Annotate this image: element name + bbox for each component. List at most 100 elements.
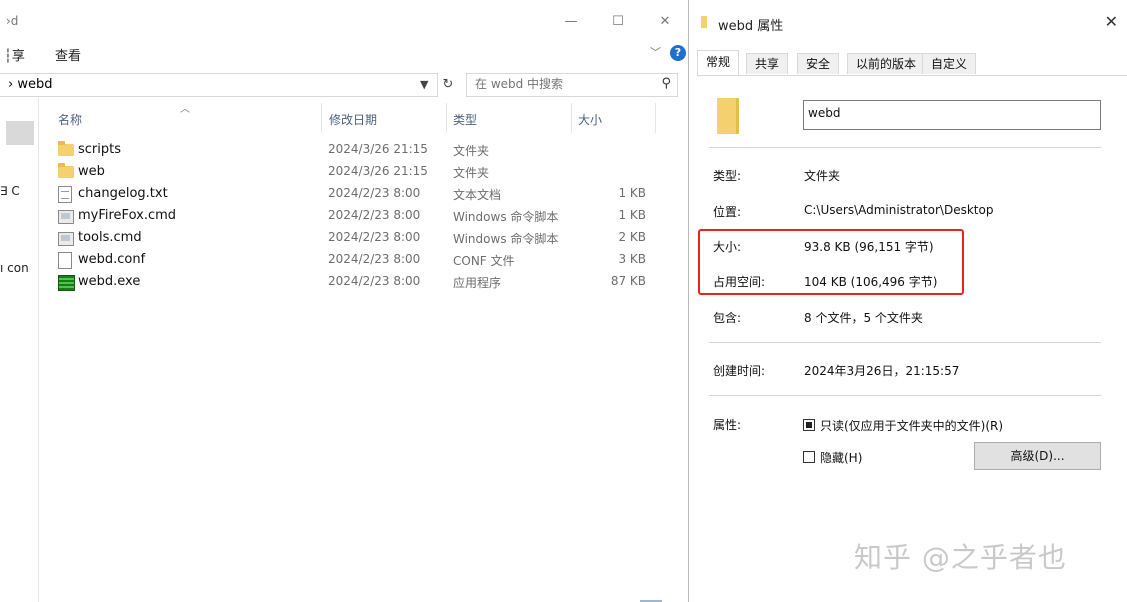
type-label: 类型:	[713, 169, 742, 183]
minimize-button[interactable]: —	[556, 10, 586, 34]
file-explorer-window: ›d — ☐ ✕ ┆享 查看 ﹀ ? › webd ▼ ↻ ⚲ ∃ C ı co…	[0, 0, 688, 602]
tab-customize[interactable]: 自定义	[922, 53, 977, 74]
file-row[interactable]: changelog.txt 2024/2/23 8:00 文本文档 1 KB	[54, 184, 654, 205]
column-header-type[interactable]: 类型	[453, 111, 477, 128]
file-name: tools.cmd	[78, 230, 142, 245]
exe-file-icon	[58, 275, 75, 291]
close-button[interactable]: ✕	[650, 10, 680, 34]
properties-dialog: webd 属性 ✕ 常规 共享 安全 以前的版本 自定义 类型: 文件夹 位置:…	[688, 0, 1127, 602]
file-type: 应用程序	[453, 276, 502, 290]
file-date: 2024/2/23 8:00	[328, 230, 421, 244]
contains-value: 8 个文件，5 个文件夹	[804, 311, 923, 325]
size-on-disk-label: 占用空间:	[713, 275, 766, 289]
location-value: C:\Users\Administrator\Desktop	[804, 203, 994, 217]
column-header-date[interactable]: 修改日期	[329, 111, 377, 128]
window-title: ›d	[6, 14, 19, 28]
divider	[709, 147, 1101, 148]
file-row[interactable]: tools.cmd 2024/2/23 8:00 Windows 命令脚本 2 …	[54, 228, 654, 249]
file-date: 2024/2/23 8:00	[328, 274, 421, 288]
file-name: myFireFox.cmd	[78, 208, 177, 223]
size-value: 93.8 KB (96,151 字节)	[804, 240, 934, 254]
folder-name-field[interactable]	[803, 100, 1101, 130]
column-divider[interactable]	[321, 103, 322, 133]
readonly-label[interactable]: 只读(仅应用于文件夹中的文件)(R)	[820, 417, 1003, 434]
hidden-label[interactable]: 隐藏(H)	[820, 449, 862, 466]
file-date: 2024/2/23 8:00	[328, 186, 421, 200]
column-header-size[interactable]: 大小	[578, 111, 602, 128]
tab-sharing[interactable]: 共享	[746, 53, 789, 74]
ribbon-tab-view[interactable]: 查看	[55, 45, 81, 64]
nav-item-fragment[interactable]: ∃ C	[0, 184, 20, 198]
cmd-file-icon	[58, 232, 74, 246]
watermark: 知乎 @之乎者也	[854, 541, 1067, 574]
search-box[interactable]: ⚲	[466, 73, 678, 97]
file-date: 2024/3/26 21:15	[328, 142, 428, 156]
column-divider[interactable]	[571, 103, 572, 133]
file-row[interactable]: myFireFox.cmd 2024/2/23 8:00 Windows 命令脚…	[54, 206, 654, 227]
help-icon[interactable]: ?	[670, 45, 686, 61]
search-icon[interactable]: ⚲	[661, 76, 671, 91]
search-input[interactable]	[475, 77, 645, 91]
created-label: 创建时间:	[713, 364, 766, 378]
nav-item-fragment[interactable]: ı con	[0, 261, 29, 275]
file-row[interactable]: web 2024/3/26 21:15 文件夹	[54, 162, 654, 183]
file-size: 1 KB	[618, 208, 646, 222]
file-size: 87 KB	[610, 274, 646, 288]
file-type: 文本文档	[453, 188, 502, 202]
sort-ascending-icon: ︿	[180, 104, 190, 115]
ribbon-expand-chevron-icon[interactable]: ﹀	[650, 44, 661, 60]
file-type: Windows 命令脚本	[453, 210, 559, 224]
column-divider[interactable]	[446, 103, 447, 133]
tab-bar: 常规 共享 安全 以前的版本 自定义	[697, 50, 1127, 76]
file-name: web	[78, 164, 105, 179]
column-header-name[interactable]: 名称	[58, 111, 82, 128]
file-date: 2024/2/23 8:00	[328, 252, 421, 266]
folder-icon	[58, 163, 74, 178]
column-divider[interactable]	[655, 103, 656, 133]
maximize-button[interactable]: ☐	[603, 10, 633, 34]
file-name: changelog.txt	[78, 186, 168, 201]
location-label: 位置:	[713, 205, 742, 219]
refresh-icon[interactable]: ↻	[438, 74, 458, 96]
file-type: 文件夹	[453, 144, 490, 158]
attributes-label: 属性:	[713, 418, 742, 432]
file-row[interactable]: webd.exe 2024/2/23 8:00 应用程序 87 KB	[54, 272, 654, 293]
tab-security[interactable]: 安全	[797, 53, 840, 74]
folder-name-input[interactable]	[808, 106, 1088, 120]
conf-file-icon	[58, 252, 72, 269]
file-size: 1 KB	[618, 186, 646, 200]
tab-general[interactable]: 常规	[697, 50, 740, 75]
file-name: webd.exe	[78, 274, 141, 289]
divider	[709, 395, 1101, 396]
file-row[interactable]: webd.conf 2024/2/23 8:00 CONF 文件 3 KB	[54, 250, 654, 271]
address-path: › webd	[8, 77, 53, 92]
file-type: 文件夹	[453, 166, 490, 180]
readonly-checkbox[interactable]	[803, 419, 815, 431]
hidden-checkbox[interactable]	[803, 451, 815, 463]
folder-icon	[701, 16, 707, 28]
dialog-title: webd 属性	[718, 19, 784, 34]
file-name: scripts	[78, 142, 121, 157]
address-bar[interactable]: › webd ▼	[0, 73, 438, 97]
file-type: CONF 文件	[453, 254, 515, 268]
folder-icon	[717, 98, 739, 134]
chevron-down-icon[interactable]: ▼	[420, 78, 428, 91]
file-size: 2 KB	[618, 230, 646, 244]
file-type: Windows 命令脚本	[453, 232, 559, 246]
navigation-pane[interactable]: ∃ C ı con	[0, 98, 39, 602]
created-value: 2024年3月26日，21:15:57	[804, 364, 960, 378]
file-row[interactable]: scripts 2024/3/26 21:15 文件夹	[54, 140, 654, 161]
file-size: 3 KB	[618, 252, 646, 266]
advanced-button[interactable]: 高级(D)...	[974, 442, 1101, 470]
folder-icon	[58, 141, 74, 156]
type-value: 文件夹	[804, 169, 841, 183]
close-button[interactable]: ✕	[1105, 12, 1118, 31]
file-name: webd.conf	[78, 252, 146, 267]
nav-item-selected[interactable]	[6, 121, 34, 145]
divider	[709, 342, 1101, 343]
text-file-icon	[58, 186, 72, 203]
ribbon-tab-share[interactable]: ┆享	[4, 45, 25, 64]
tab-previous-versions[interactable]: 以前的版本	[847, 53, 926, 74]
file-date: 2024/3/26 21:15	[328, 164, 428, 178]
size-label: 大小:	[713, 240, 742, 254]
